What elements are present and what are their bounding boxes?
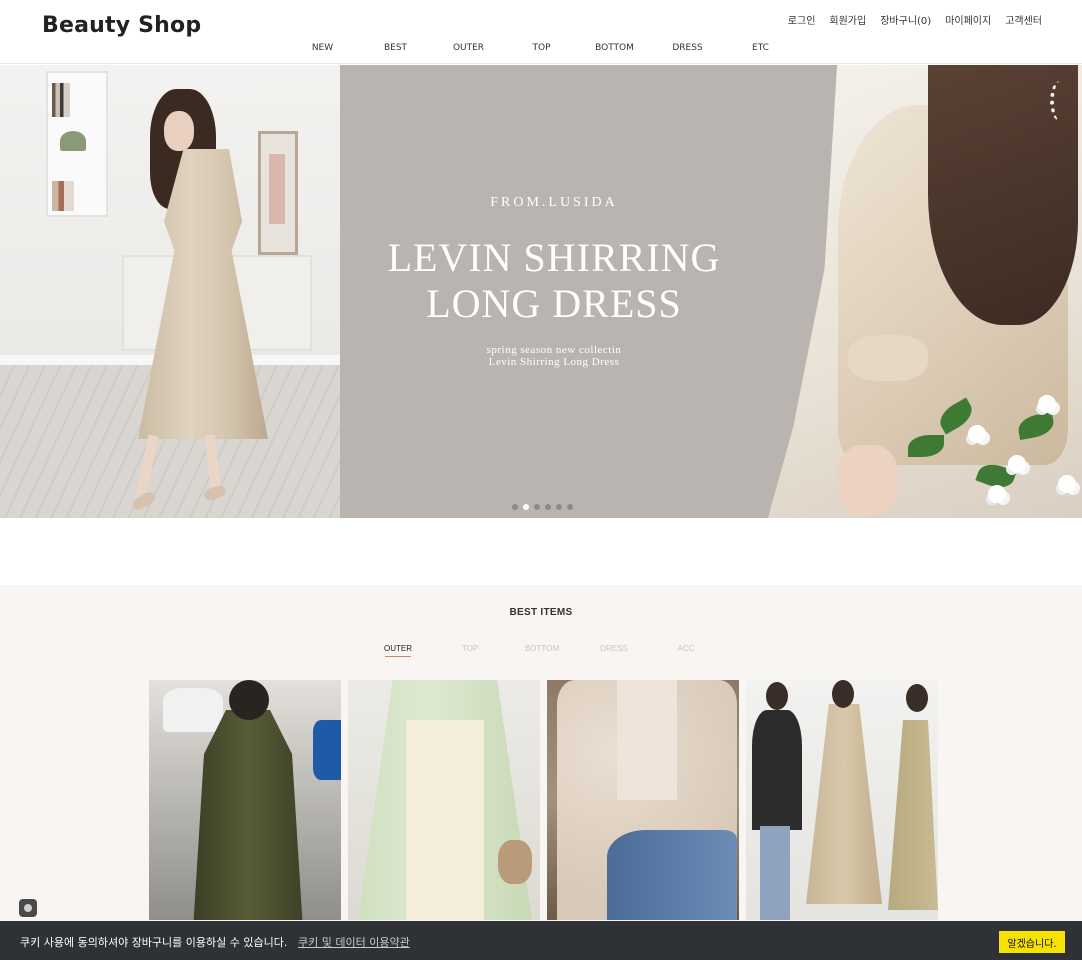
- site-logo[interactable]: Beauty Shop: [42, 13, 201, 38]
- slide-dot-3[interactable]: [534, 504, 540, 510]
- product-card-long-coat[interactable]: [746, 680, 938, 920]
- tab-outer[interactable]: OUTER: [362, 644, 434, 657]
- slide-dot-2[interactable]: [523, 504, 529, 510]
- hero-brand: FROM.LUSIDA: [490, 195, 618, 210]
- floating-settings-icon[interactable]: [19, 899, 37, 917]
- slide-dot-1[interactable]: [512, 504, 518, 510]
- slide-dot-5[interactable]: [556, 504, 562, 510]
- hero-banner[interactable]: FROM.LUSIDA LEVIN SHIRRING LONG DRESS sp…: [0, 65, 1082, 518]
- tab-acc[interactable]: ACC: [650, 644, 722, 657]
- hero-title-line-1: LEVIN SHIRRING: [387, 235, 721, 280]
- slide-dot-6[interactable]: [567, 504, 573, 510]
- nav-item-bottom[interactable]: BOTTOM: [578, 43, 651, 53]
- cart-link[interactable]: 장바구니(0): [880, 12, 931, 27]
- tab-dress[interactable]: DRESS: [578, 644, 650, 657]
- hero-detail-photo: [768, 65, 1082, 518]
- section-title: BEST ITEMS: [509, 607, 573, 618]
- tab-top[interactable]: TOP: [434, 644, 506, 657]
- nav-item-etc[interactable]: ETC: [724, 43, 797, 53]
- mypage-link[interactable]: 마이페이지: [945, 12, 991, 27]
- product-grid: [149, 680, 938, 920]
- product-card-trench-coat[interactable]: [149, 680, 341, 920]
- slide-dot-4[interactable]: [545, 504, 551, 510]
- nav-item-best[interactable]: BEST: [359, 43, 432, 53]
- product-card-cardigan[interactable]: [348, 680, 540, 920]
- nav-item-top[interactable]: TOP: [505, 43, 578, 53]
- login-link[interactable]: 로그인: [788, 12, 816, 27]
- nav-item-dress[interactable]: DRESS: [651, 43, 724, 53]
- cookie-policy-link[interactable]: 쿠키 및 데이터 이용약관: [298, 934, 410, 950]
- best-items-section: BEST ITEMS OUTER TOP BOTTOM DRESS ACC: [0, 585, 1082, 960]
- cookie-message: 쿠키 사용에 동의하셔야 장바구니를 이용하실 수 있습니다.: [20, 936, 288, 949]
- signup-link[interactable]: 회원가입: [829, 12, 866, 27]
- cookie-accept-button[interactable]: 알겠습니다.: [999, 931, 1065, 953]
- hero-subtitle: spring season new collectin Levin Shirri…: [340, 344, 768, 368]
- hero-title: LEVIN SHIRRING LONG DRESS: [340, 235, 768, 327]
- site-header: Beauty Shop 로그인 회원가입 장바구니(0) 마이페이지 고객센터 …: [0, 0, 1082, 64]
- hero-model-photo: [0, 65, 340, 518]
- customer-center-link[interactable]: 고객센터: [1005, 12, 1042, 27]
- utility-links: 로그인 회원가입 장바구니(0) 마이페이지 고객센터: [788, 12, 1042, 27]
- cookie-consent-bar: 쿠키 사용에 동의하셔야 장바구니를 이용하실 수 있습니다. 쿠키 및 데이터…: [0, 921, 1082, 960]
- category-tabs: OUTER TOP BOTTOM DRESS ACC: [362, 644, 722, 657]
- hero-subtitle-line-2: Levin Shirring Long Dress: [488, 356, 620, 368]
- hero-copy: FROM.LUSIDA LEVIN SHIRRING LONG DRESS sp…: [340, 65, 768, 518]
- hero-subtitle-line-1: spring season new collectin: [486, 344, 622, 356]
- nav-item-outer[interactable]: OUTER: [432, 43, 505, 53]
- tab-bottom[interactable]: BOTTOM: [506, 644, 578, 657]
- product-card-fleece-jacket[interactable]: [547, 680, 739, 920]
- main-nav: NEW BEST OUTER TOP BOTTOM DRESS ETC: [286, 43, 797, 53]
- nav-item-new[interactable]: NEW: [286, 43, 359, 53]
- hero-title-line-2: LONG DRESS: [426, 281, 682, 326]
- slider-pagination: [512, 504, 573, 510]
